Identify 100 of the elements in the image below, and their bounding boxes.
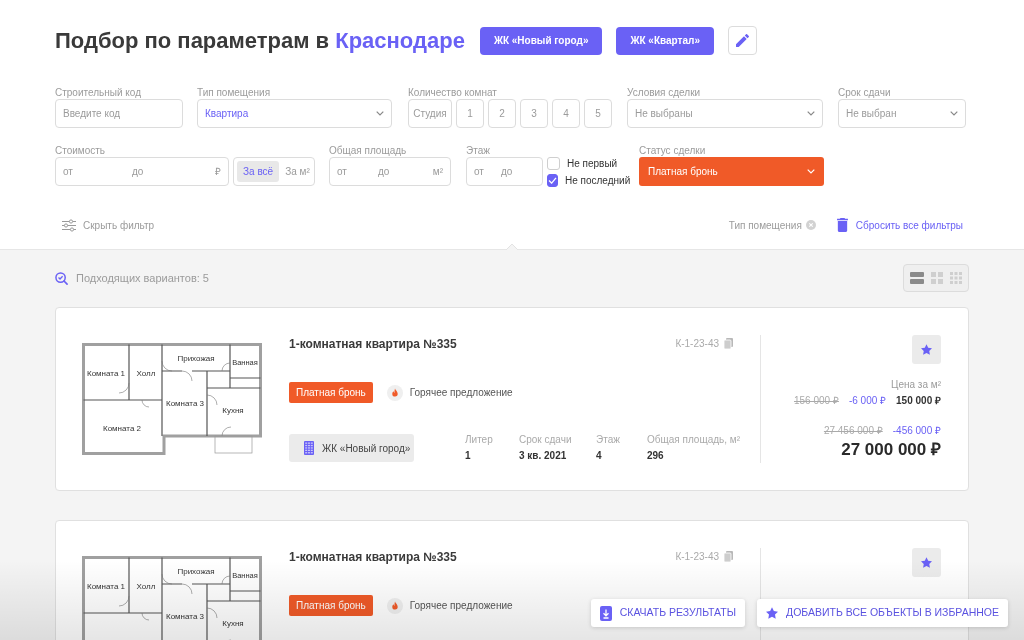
price-range-field[interactable]: от до ₽ [55, 157, 229, 186]
spec-label: Этаж [596, 434, 620, 446]
room-label: Прихожая [177, 354, 215, 363]
download-results-button[interactable]: СКАЧАТЬ РЕЗУЛЬТАТЫ [590, 599, 745, 627]
chevron-icon [807, 169, 815, 174]
spec-label: Срок сдачи [519, 434, 572, 446]
room-label: Кухня [222, 619, 244, 628]
unit-label: м² [432, 165, 443, 179]
deal-terms-dropdown[interactable]: Не выбраны [627, 99, 823, 128]
price-label: Цена за м² [891, 379, 941, 391]
listing-code: К-1-23-43 [675, 550, 719, 564]
search-check-icon [55, 271, 68, 285]
old-price: 156 000 ₽ [794, 395, 839, 407]
checkbox-label: Не первый [567, 157, 618, 171]
chevron-icon [807, 111, 815, 116]
copy-icon[interactable] [724, 338, 733, 349]
add-all-favorites-button[interactable]: ДОБАВИТЬ ВСЕ ОБЪЕКТЫ В ИЗБРАННОЕ [757, 599, 1008, 627]
complex-button[interactable]: ЖК «Новый город» [479, 26, 603, 55]
deadline-dropdown[interactable]: Не выбран [838, 99, 966, 128]
hot-offer-label: Горячее предложение [409, 599, 513, 613]
pencil-icon [735, 34, 749, 47]
range-from-input[interactable]: от [467, 158, 501, 185]
spec-value: 3 кв. 2021 [519, 450, 567, 462]
deal-status-dropdown[interactable]: Платная бронь [639, 157, 824, 186]
price-mode-option[interactable]: За м² [279, 161, 316, 182]
complex-button[interactable]: ЖК «Новый город» [289, 434, 414, 462]
chevron-icon [376, 111, 384, 116]
range-to-input[interactable]: до [378, 158, 433, 185]
room-label: Кухня [222, 406, 244, 415]
results-count: Подходящих вариантов: 5 [76, 270, 209, 286]
list-view-icon[interactable] [910, 272, 924, 284]
spec-label: Литер [465, 434, 493, 446]
room-type-dropdown[interactable]: Квартира [197, 99, 392, 128]
complex-button[interactable]: ЖК «Квартал» [616, 26, 714, 55]
spec-value: 1 [465, 450, 471, 462]
room-count-option[interactable]: 1 [456, 99, 484, 128]
download-icon [599, 605, 612, 621]
status-badge: Платная бронь [289, 595, 373, 616]
favorite-button[interactable] [912, 548, 941, 577]
reset-filters-button[interactable]: Сбросить все фильтры [836, 217, 963, 233]
old-price: 27 456 000 ₽ [823, 425, 883, 437]
hide-filter-button[interactable]: Скрыть фильтр [62, 217, 155, 233]
star-icon [766, 607, 778, 619]
discount-amount: -456 000 ₽ [892, 425, 941, 437]
room-label: Холл [136, 582, 156, 591]
copy-icon[interactable] [724, 551, 733, 562]
checkmark-icon [548, 177, 557, 184]
price-mode-option[interactable]: За всё [237, 161, 280, 182]
room-count-option[interactable]: 2 [488, 99, 516, 128]
field-label: Строительный код [55, 86, 142, 99]
total-price: 27 000 000 ₽ [841, 440, 941, 460]
field-label: Количество комнат [408, 86, 498, 99]
checkbox[interactable] [547, 174, 558, 187]
range-from-input[interactable]: от [330, 158, 378, 185]
room-label: Комната 3 [166, 399, 204, 408]
spec-value: 296 [647, 450, 664, 462]
listing-title: 1-комнатная квартира №335 [289, 548, 457, 566]
room-count-option[interactable]: 5 [584, 99, 612, 128]
edit-button[interactable] [727, 26, 757, 55]
range-to-input[interactable]: до [132, 158, 215, 185]
flame-icon [386, 597, 403, 614]
field-label: Условия сделки [627, 86, 702, 99]
active-filter-label: Тип помещения [728, 218, 802, 233]
room-label: Комната 1 [87, 582, 125, 591]
chevron-icon [950, 111, 958, 116]
building-icon [304, 441, 314, 455]
spec-value: 4 [596, 450, 602, 462]
room-count-option[interactable]: 3 [520, 99, 548, 128]
floor-range-field[interactable]: от до [466, 157, 543, 186]
room-count-option[interactable]: Студия [408, 99, 452, 128]
room-count-option[interactable]: 4 [552, 99, 580, 128]
flame-icon [386, 384, 403, 401]
room-label: Холл [136, 369, 156, 378]
spec-label: Общая площадь, м² [647, 434, 740, 446]
price-per-m2: 150 000 ₽ [896, 395, 941, 407]
area-range-field[interactable]: от до м² [329, 157, 451, 186]
star-icon [921, 344, 932, 355]
tile-grid-icon[interactable] [950, 272, 962, 284]
field-label: Стоимость [55, 144, 107, 157]
grid-view-icon[interactable] [931, 272, 943, 284]
code-input[interactable]: Введите код [55, 99, 183, 128]
trash-icon [836, 218, 848, 232]
star-icon [921, 557, 932, 568]
close-icon[interactable] [805, 220, 816, 230]
listing-code: К-1-23-43 [675, 337, 719, 351]
page-title: Подбор по параметрам в Краснодаре [55, 26, 465, 55]
sliders-icon [62, 218, 76, 232]
room-label: Комната 3 [166, 612, 204, 621]
field-label: Статус сделки [639, 144, 707, 157]
room-label: Комната 1 [87, 369, 125, 378]
checkbox-label: Не последний [565, 174, 631, 188]
listing-title: 1-комнатная квартира №335 [289, 335, 457, 353]
field-label: Этаж [466, 144, 491, 157]
discount-amount: -6 000 ₽ [848, 395, 887, 407]
status-badge: Платная бронь [289, 382, 373, 403]
room-label: Прихожая [177, 567, 215, 576]
favorite-button[interactable] [912, 335, 941, 364]
range-from-input[interactable]: от [56, 158, 132, 185]
range-to-input[interactable]: до [501, 158, 535, 185]
field-label: Срок сдачи [838, 86, 892, 99]
